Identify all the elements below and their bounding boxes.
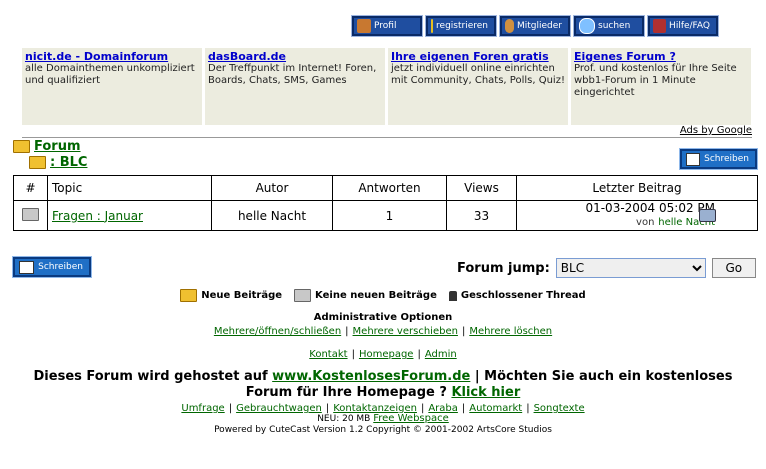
legend-nonew: Keine neuen Beiträge [294, 289, 437, 302]
header-number: # [13, 175, 48, 201]
contact-link[interactable]: Kontakt [309, 349, 347, 360]
legend-new-label: Neue Beiträge [201, 290, 283, 301]
legend-closed: Geschlossener Thread [448, 289, 586, 302]
admin-links: Mehrere/öffnen/schließen | Mehrere verschi… [213, 326, 553, 337]
ads-divider [22, 137, 752, 138]
closed-folder-icon [22, 207, 39, 221]
header-replies: Antworten [332, 175, 447, 201]
breadcrumb-forum-link[interactable]: Forum [34, 139, 81, 154]
powered-by: Powered by CuteCast Version 1.2 Copyrigh… [214, 425, 552, 435]
profile-button[interactable]: Profil [351, 15, 423, 37]
legend-new: Neue Beiträge [180, 289, 282, 302]
ad-link[interactable]: Eigenes Forum ? [574, 51, 748, 63]
breadcrumb-forum: Forum [13, 139, 81, 154]
ad-item: Eigenes Forum ? Prof. und kostenlos für … [571, 48, 751, 125]
ads-by-google-link[interactable]: Ads by Google [680, 125, 752, 136]
table-header-row: # Topic Autor Antworten Views Letzter Be… [13, 175, 758, 201]
ad-text: jetzt individuell online einrichten mit … [391, 63, 565, 86]
row-replies: 1 [332, 200, 447, 231]
header-last-post: Letzter Beitrag [516, 175, 758, 201]
forum-jump-select[interactable]: BLC [555, 258, 706, 278]
search-icon [579, 18, 595, 34]
legend-closed-label: Geschlossener Thread [460, 290, 586, 301]
ad-link[interactable]: dasBoard.de [208, 51, 382, 63]
neu-prefix: NEU: 20 MB [317, 414, 371, 424]
no-new-posts-folder-icon [294, 289, 312, 302]
free-webspace-link[interactable]: Free Webspace [373, 413, 449, 424]
search-label: suchen [598, 21, 631, 31]
legend-nonew-label: Keine neuen Beiträge [315, 290, 437, 301]
register-button[interactable]: registrieren [425, 15, 497, 37]
help-faq-label: Hilfe/FAQ [669, 21, 710, 31]
key-icon [431, 19, 434, 33]
forum-jump-label: Forum jump: [457, 260, 550, 276]
last-post-by-prefix: von [636, 217, 655, 228]
search-button[interactable]: suchen [573, 15, 645, 37]
new-posts-folder-icon [180, 289, 198, 302]
ad-link[interactable]: nicit.de - Domainforum [25, 51, 199, 63]
hosting-pre-text: Dieses Forum wird gehostet auf [33, 369, 268, 384]
write-label: Schreiben [704, 154, 749, 164]
go-to-last-post-icon[interactable] [699, 209, 716, 222]
ad-item: dasBoard.de Der Treffpunkt im Internet! … [205, 48, 385, 125]
write-icon [19, 260, 35, 274]
header-topic: Topic [47, 175, 212, 201]
homepage-link[interactable]: Homepage [359, 349, 414, 360]
header-author: Autor [211, 175, 333, 201]
open-folder-icon [29, 156, 46, 169]
profile-label: Profil [374, 21, 397, 31]
ad-text: Der Treffpunkt im Internet! Foren, Board… [208, 63, 377, 86]
admin-move-link[interactable]: Mehrere verschieben [353, 326, 458, 337]
help-book-icon [653, 19, 667, 33]
admin-delete-link[interactable]: Mehrere löschen [469, 326, 552, 337]
go-button[interactable]: Go [711, 258, 756, 278]
row-last-post: 01-03-2004 05:02 PM von helle Nacht [516, 200, 758, 231]
members-label: Mitglieder [517, 21, 562, 31]
ad-text: alle Domainthemen unkompliziert und qual… [25, 63, 195, 86]
ad-text: Prof. und kostenlos für Ihre Seite wbb1-… [574, 63, 737, 98]
topic-link[interactable]: Fragen : Januar [52, 209, 143, 223]
top-navigation: Profil registrieren Mitglieder suchen Hi… [351, 15, 719, 37]
hosting-site-link[interactable]: www.KostenlosesForum.de [272, 369, 470, 384]
profile-icon [357, 19, 371, 33]
ad-item: Ihre eigenen Foren gratis jetzt individu… [388, 48, 568, 125]
help-faq-button[interactable]: Hilfe/FAQ [647, 15, 719, 37]
admin-open-close-link[interactable]: Mehrere/öffnen/schließen [214, 326, 341, 337]
members-icon [505, 19, 514, 33]
lock-icon [448, 290, 457, 301]
row-views: 33 [446, 200, 517, 231]
click-here-link[interactable]: Klick hier [451, 385, 520, 400]
open-folder-icon [13, 140, 30, 153]
ad-link[interactable]: Ihre eigenen Foren gratis [391, 51, 565, 63]
ad-item: nicit.de - Domainforum alle Domainthemen… [22, 48, 202, 125]
register-label: registrieren [436, 21, 488, 31]
row-topic-cell: Fragen : Januar [47, 200, 212, 231]
write-button-top[interactable]: Schreiben [679, 148, 758, 170]
ad-block: nicit.de - Domainforum alle Domainthemen… [22, 48, 752, 138]
admin-title: Administrative Optionen [313, 312, 453, 323]
footer-links: Kontakt | Homepage | Admin [309, 349, 457, 360]
members-button[interactable]: Mitglieder [499, 15, 571, 37]
breadcrumb-blc-link[interactable]: : BLC [50, 155, 87, 170]
neu-line: NEU: 20 MB Free Webspace [0, 413, 766, 424]
row-status-cell [13, 200, 48, 231]
table-row: Fragen : Januar helle Nacht 1 33 01-03-2… [13, 200, 758, 231]
admin-link[interactable]: Admin [425, 349, 457, 360]
row-author: helle Nacht [211, 200, 333, 231]
forum-jump: Forum jump: BLC Go [457, 258, 756, 278]
hosting-line2-text: Forum für Ihre Homepage ? [245, 385, 447, 400]
write-label: Schreiben [38, 262, 83, 272]
write-button-bottom[interactable]: Schreiben [12, 256, 92, 278]
hosting-mid-text: | Möchten Sie auch ein kostenloses [474, 369, 733, 384]
header-views: Views [446, 175, 517, 201]
hosting-notice: Dieses Forum wird gehostet auf www.Koste… [0, 369, 766, 401]
topics-table: # Topic Autor Antworten Views Letzter Be… [13, 175, 758, 231]
last-post-date: 01-03-2004 05:02 PM [585, 201, 715, 215]
write-icon [686, 152, 701, 166]
folder-legend: Neue Beiträge Keine neuen Beiträge Gesch… [0, 289, 766, 302]
breadcrumb-sub: : BLC [29, 155, 87, 170]
